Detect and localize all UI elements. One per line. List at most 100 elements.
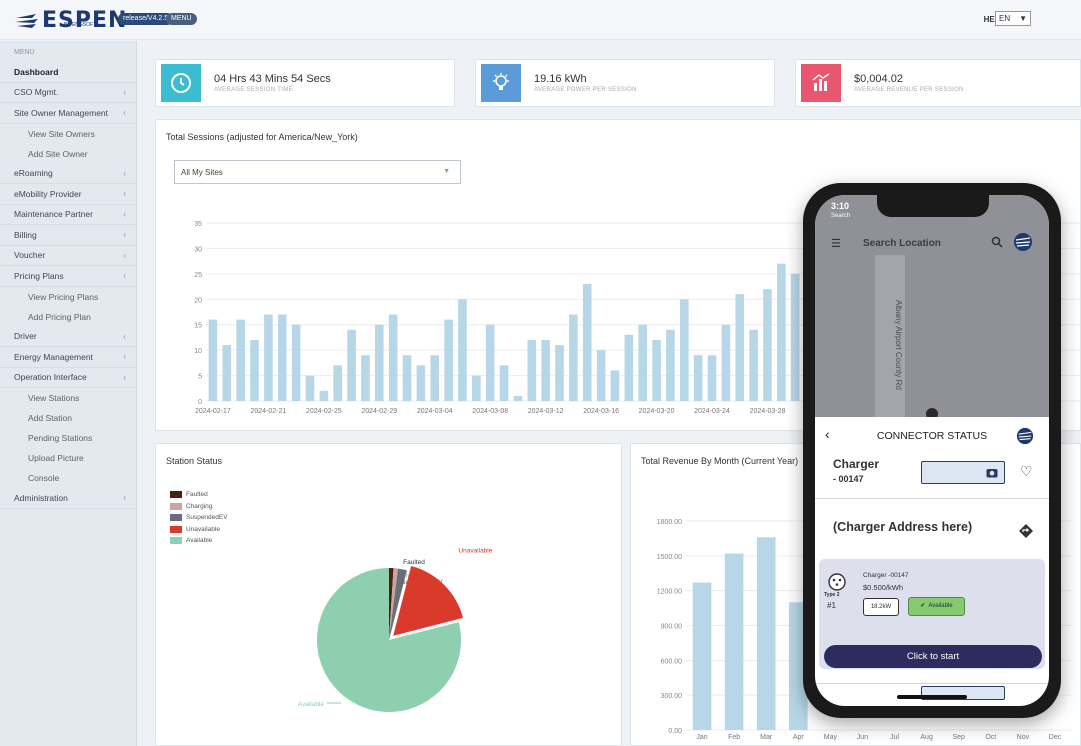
revenue-chart-icon xyxy=(801,64,841,102)
y-tick-label: 600.00 xyxy=(661,658,683,665)
map-view[interactable]: Albany Airport County Rd 3:10 Search ☰ S… xyxy=(815,195,1049,420)
session-bar xyxy=(319,390,329,401)
charger-address: (Charger Address here) xyxy=(833,520,973,534)
sidebar-item[interactable]: View Stations xyxy=(0,388,136,408)
top-bar: ESPEN BY ENGSOFT release/V4.2.5 MENU HEL… xyxy=(0,0,1081,40)
sidebar-item-label: Billing xyxy=(14,229,37,240)
session-bar xyxy=(208,319,218,401)
connector-power: 18.2kW xyxy=(863,598,899,616)
sidebar-item[interactable]: Pending Stations xyxy=(0,428,136,448)
sidebar-item-label: Add Pricing Plan xyxy=(28,311,91,322)
x-tick-label: 2024-03-20 xyxy=(639,408,675,415)
sidebar-item[interactable]: Console xyxy=(0,468,136,488)
x-tick-label: Nov xyxy=(1017,734,1030,741)
status-bar-time: 3:10 xyxy=(831,201,850,211)
divider xyxy=(815,683,1049,684)
sidebar: MENU Dashboard CSO Mgmt. ‹ Site Owner Manag… xyxy=(0,41,137,746)
version-badge: release/V4.2.5 xyxy=(118,13,174,25)
status-bar-back[interactable]: Search xyxy=(831,213,850,219)
sidebar-item[interactable]: Pricing Plans ‹ xyxy=(0,266,136,287)
x-tick-label: Dec xyxy=(1049,734,1062,741)
y-tick-label: 300.00 xyxy=(661,693,683,700)
sidebar-item[interactable]: eRoaming ‹ xyxy=(0,164,136,184)
sidebar-menu-heading: MENU xyxy=(14,49,35,56)
session-bar xyxy=(361,355,370,401)
y-tick-label: 20 xyxy=(194,297,202,304)
connector-charger: Charger -00147 xyxy=(863,572,909,579)
x-tick-label: Sep xyxy=(952,734,965,741)
sidebar-item[interactable]: Driver ‹ xyxy=(0,327,136,347)
chevron-icon: ‹ xyxy=(123,352,126,362)
sidebar-item[interactable]: Upload Picture xyxy=(0,448,136,468)
chevron-icon: ‹ xyxy=(123,271,126,281)
language-select[interactable]: EN ▼ xyxy=(995,11,1031,26)
y-tick-label: 10 xyxy=(194,348,202,355)
chevron-icon: ‹ xyxy=(123,87,126,97)
x-tick-label: 2024-02-17 xyxy=(195,408,231,415)
hamburger-icon[interactable]: ☰ xyxy=(831,237,841,250)
sidebar-item[interactable]: CSO Mgmt. ‹ xyxy=(0,83,136,103)
session-bar xyxy=(236,319,245,401)
stat-label: AVERAGE SESSION TIME xyxy=(214,87,293,93)
sidebar-nav: Dashboard CSO Mgmt. ‹ Site Owner Management… xyxy=(0,62,136,509)
session-bar xyxy=(513,395,523,401)
session-bar xyxy=(402,355,412,401)
session-bar xyxy=(569,314,578,401)
sidebar-item[interactable]: eMobility Provider ‹ xyxy=(0,184,136,205)
search-icon[interactable] xyxy=(991,236,1003,248)
station-status-card: Station Status Faulted Charging SuspendedE… xyxy=(155,443,622,746)
espen-logo-icon xyxy=(1016,427,1034,445)
y-tick-label: 30 xyxy=(194,246,202,253)
connector-status-header: ‹ CONNECTOR STATUS xyxy=(815,417,1049,453)
sidebar-item[interactable]: Operation Interface ‹ xyxy=(0,368,136,388)
sidebar-item[interactable]: Energy Management ‹ xyxy=(0,347,136,368)
sidebar-item[interactable]: Administration ‹ xyxy=(0,488,136,509)
session-bar xyxy=(430,355,440,401)
sidebar-item[interactable]: Dashboard xyxy=(0,62,136,83)
espen-logo[interactable]: ESPEN xyxy=(14,8,127,33)
session-bar xyxy=(416,365,426,401)
sidebar-item[interactable]: Site Owner Management ‹ xyxy=(0,103,136,124)
x-tick-label: 2024-03-28 xyxy=(750,408,786,415)
session-bar xyxy=(582,284,592,401)
y-tick-label: 5 xyxy=(198,374,202,381)
connector-status-label: Available xyxy=(928,603,953,609)
charger-name: Charger xyxy=(833,457,880,471)
sidebar-item-label: Driver xyxy=(14,331,37,342)
pie-slice-label: Unavailable xyxy=(458,548,492,555)
sidebar-item[interactable]: Maintenance Partner ‹ xyxy=(0,205,136,225)
timer-icon xyxy=(161,64,201,102)
favorite-heart-icon[interactable]: ♡ xyxy=(1020,463,1033,480)
session-bar xyxy=(624,334,634,401)
sidebar-item[interactable]: View Site Owners xyxy=(0,124,136,144)
stat-value: 19.16 kWh xyxy=(534,73,587,85)
menu-badge[interactable]: MENU xyxy=(166,13,197,25)
start-charging-button[interactable]: Click to start xyxy=(824,645,1042,668)
sidebar-item-label: eRoaming xyxy=(14,168,53,179)
espen-logo-icon xyxy=(1014,233,1032,251)
chevron-icon: ‹ xyxy=(123,209,126,219)
stat-value: 04 Hrs 43 Mins 54 Secs xyxy=(214,73,331,85)
map-search-input[interactable]: Search Location xyxy=(863,238,941,249)
charger-photo-button[interactable] xyxy=(921,461,1005,484)
connector-panel: Type 2 #1 Charger -00147 $0.500/kWh 18.2… xyxy=(819,559,1045,669)
sidebar-item[interactable]: View Pricing Plans xyxy=(0,287,136,307)
x-tick-label: 2024-03-04 xyxy=(417,408,453,415)
sidebar-item[interactable]: Add Station xyxy=(0,408,136,428)
session-bar xyxy=(763,289,772,401)
sidebar-item[interactable]: Add Pricing Plan xyxy=(0,307,136,327)
chevron-icon: ‹ xyxy=(123,331,126,341)
sidebar-item-label: Site Owner Management xyxy=(14,107,109,118)
session-bar xyxy=(652,339,661,401)
y-tick-label: 1800.00 xyxy=(657,519,682,526)
pie-slice-label: Faulted xyxy=(403,559,425,566)
sidebar-item[interactable]: Billing ‹ xyxy=(0,225,136,246)
sidebar-item[interactable]: Add Site Owner xyxy=(0,144,136,164)
sidebar-item[interactable]: Voucher ‹ xyxy=(0,246,136,266)
espen-logo-icon xyxy=(15,13,38,28)
charger-id: - 00147 xyxy=(833,474,864,484)
connector-price: $0.500/kWh xyxy=(863,583,904,592)
directions-icon[interactable] xyxy=(1019,524,1033,538)
chevron-down-icon: ▼ xyxy=(1019,14,1027,23)
sidebar-item-label: CSO Mgmt. xyxy=(14,87,59,98)
